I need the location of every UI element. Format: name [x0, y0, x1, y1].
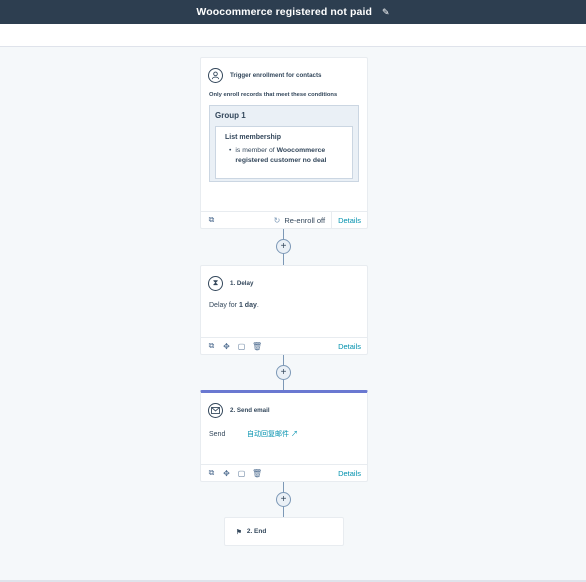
delay-card-footer: ⧉ ✥ ▢ 🗑 Details	[201, 337, 367, 354]
list-membership-filter[interactable]: List membership • is member of Woocommer…	[215, 126, 353, 179]
filter-title: List membership	[225, 134, 282, 141]
workflow-header: Woocommerce registered not paid ✎	[0, 0, 586, 24]
trigger-card-footer: ⧉ ↻ Re-enroll off Details	[201, 211, 367, 228]
toolbar	[0, 24, 586, 47]
delay-prefix: Delay for	[209, 302, 238, 309]
clone-icon[interactable]: ▢	[237, 342, 246, 351]
email-title: 2. Send email	[230, 406, 270, 414]
send-email-row: Send 自动回复邮件 ↗	[209, 429, 359, 439]
add-action-button[interactable]: +	[276, 239, 291, 254]
external-link-icon: ↗	[290, 431, 298, 438]
email-name: 自动回复邮件	[247, 431, 289, 438]
delay-card-header: ⧗ 1. Delay	[201, 268, 367, 298]
workflow-title[interactable]: Woocommerce registered not paid	[196, 6, 372, 18]
delete-icon[interactable]: 🗑	[252, 469, 262, 478]
copy-icon[interactable]: ⧉	[207, 341, 216, 351]
email-details-link[interactable]: Details	[338, 469, 361, 478]
email-icon	[208, 402, 223, 418]
end-title: 2. End	[246, 528, 267, 535]
reenroll-label: Re-enroll off	[284, 215, 326, 225]
delete-icon[interactable]: 🗑	[252, 342, 262, 351]
end-card: ⚑ 2. End	[224, 517, 344, 546]
add-action-button[interactable]: +	[276, 365, 291, 380]
delay-suffix: .	[256, 302, 259, 309]
trigger-details-link[interactable]: Details	[338, 216, 361, 225]
trigger-title: Trigger enrollment for contacts	[230, 71, 322, 79]
edit-title-pencil-icon[interactable]: ✎	[382, 7, 390, 18]
contact-person-icon	[208, 67, 223, 83]
delay-description: Delay for 1 day.	[209, 302, 359, 309]
bullet: •	[229, 147, 232, 154]
move-icon[interactable]: ✥	[222, 342, 231, 351]
delay-details-link[interactable]: Details	[338, 342, 361, 351]
clone-icon[interactable]: ⧉	[207, 215, 216, 225]
move-icon[interactable]: ✥	[222, 469, 231, 478]
email-card-header: 2. Send email	[201, 395, 367, 425]
copy-icon[interactable]: ⧉	[207, 468, 216, 478]
reenroll-toggle[interactable]: ↻ Re-enroll off	[273, 212, 333, 228]
conditions-label: Only enroll records that meet these cond…	[209, 92, 338, 98]
delay-duration: 1 day	[238, 302, 257, 309]
add-action-button[interactable]: +	[276, 492, 291, 507]
trigger-card-header: Trigger enrollment for contacts	[201, 60, 367, 90]
refresh-icon: ↻	[273, 215, 281, 225]
condition-prefix: is member of	[235, 147, 275, 154]
email-card-footer: ⧉ ✥ ▢ 🗑 Details	[201, 464, 367, 481]
flag-icon: ⚑	[236, 528, 242, 536]
group-title: Group 1	[215, 111, 246, 120]
email-name-link[interactable]: 自动回复邮件 ↗	[247, 429, 298, 439]
filter-group[interactable]: Group 1 List membership • is member of W…	[209, 105, 359, 182]
hourglass-icon: ⧗	[208, 275, 223, 291]
clone-icon[interactable]: ▢	[237, 469, 246, 478]
trigger-card[interactable]: Trigger enrollment for contacts Only enr…	[200, 57, 368, 229]
delay-action-card[interactable]: ⧗ 1. Delay Delay for 1 day. ⧉ ✥ ▢ 🗑 Deta…	[200, 265, 368, 355]
filter-condition: • is member of Woocommerce registered cu…	[225, 146, 343, 166]
send-email-action-card[interactable]: 2. Send email Send 自动回复邮件 ↗ ⧉ ✥ ▢ 🗑 Deta…	[200, 390, 368, 482]
send-label: Send	[209, 430, 226, 438]
delay-title: 1. Delay	[230, 279, 254, 287]
